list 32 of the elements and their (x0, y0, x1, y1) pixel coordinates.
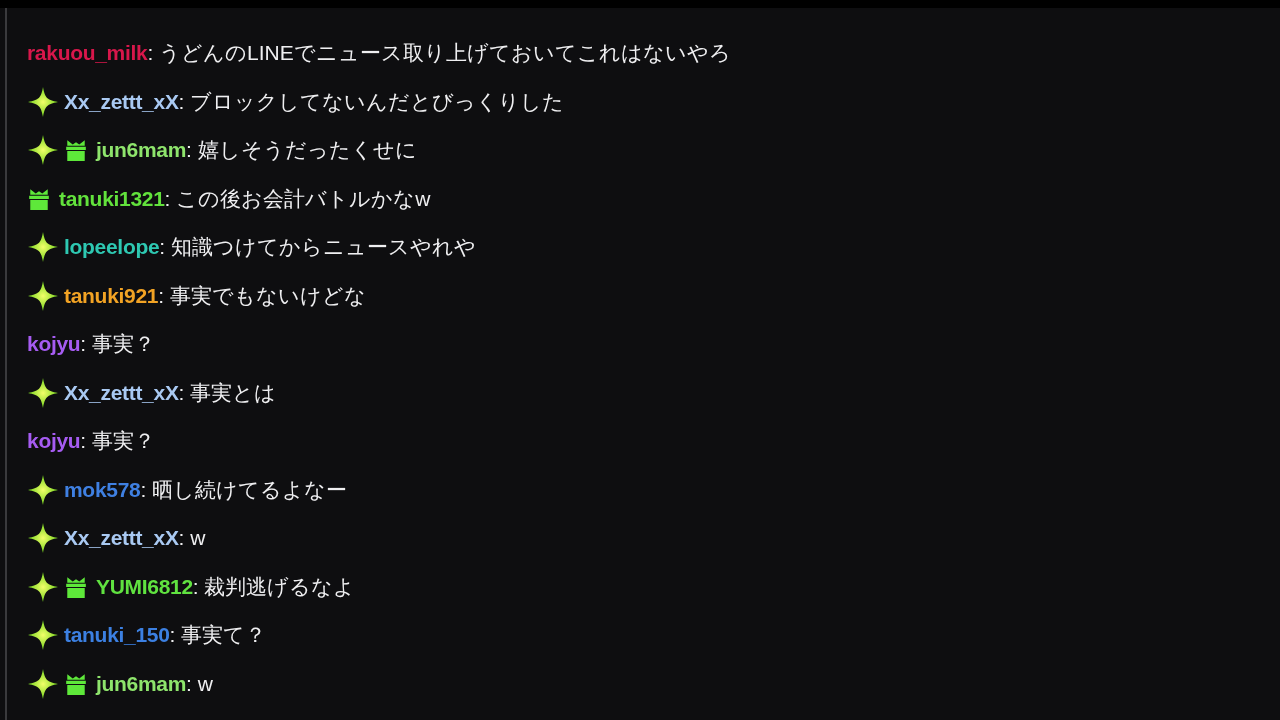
gift-badge-icon (64, 574, 88, 599)
chat-message: : 事実て？ (169, 622, 267, 649)
chat-username[interactable]: Xx_zettt_xX (64, 526, 179, 551)
chat-username[interactable]: tanuki1321 (59, 186, 165, 211)
chat-message: : 晒し続けてるよなー (140, 476, 348, 503)
chat-message: : 事実？ (80, 428, 156, 455)
chat-username[interactable]: kojyu (27, 332, 81, 357)
chat-message: : 嬉しそうだったくせに (186, 137, 417, 164)
chat-message: : w (178, 526, 206, 551)
chat-username[interactable]: tanuki_150 (64, 623, 170, 648)
chat-username[interactable]: Xx_zettt_xX (64, 89, 179, 114)
chat-username[interactable]: rakuou_milk (27, 41, 148, 66)
chat-message: : 事実とは (178, 379, 277, 406)
chat-username[interactable]: YUMI6812 (96, 574, 193, 599)
gift-badge-icon (64, 671, 88, 696)
chat-username[interactable]: lopeelope (64, 235, 160, 260)
gift-badge-icon (27, 186, 51, 211)
chat-username[interactable]: jun6mam (96, 138, 187, 163)
chat-message: : 裁判逃げるなよ (192, 573, 356, 600)
chat-username[interactable]: tanuki921 (64, 283, 159, 308)
chat-message: : 事実でもないけどな (158, 282, 366, 309)
chat-username[interactable]: Xx_zettt_xX (64, 380, 179, 405)
chat-message: : ブロックしてないんだとびっくりした (178, 88, 565, 115)
chat-message: : 知識つけてからニュースやれや (159, 234, 476, 261)
chat-username[interactable]: mok578 (64, 477, 141, 502)
chat-message: : うどんのLINEでニュース取り上げておいてこれはないやろ (147, 40, 731, 67)
chat-username[interactable]: jun6mam (96, 671, 187, 696)
chat-message: : この後お会計バトルかなw (164, 185, 431, 212)
gift-badge-icon (64, 138, 88, 163)
chat-message: : 事実？ (80, 331, 156, 358)
chat-username[interactable]: kojyu (27, 429, 81, 454)
chat-message: : w (186, 671, 213, 696)
